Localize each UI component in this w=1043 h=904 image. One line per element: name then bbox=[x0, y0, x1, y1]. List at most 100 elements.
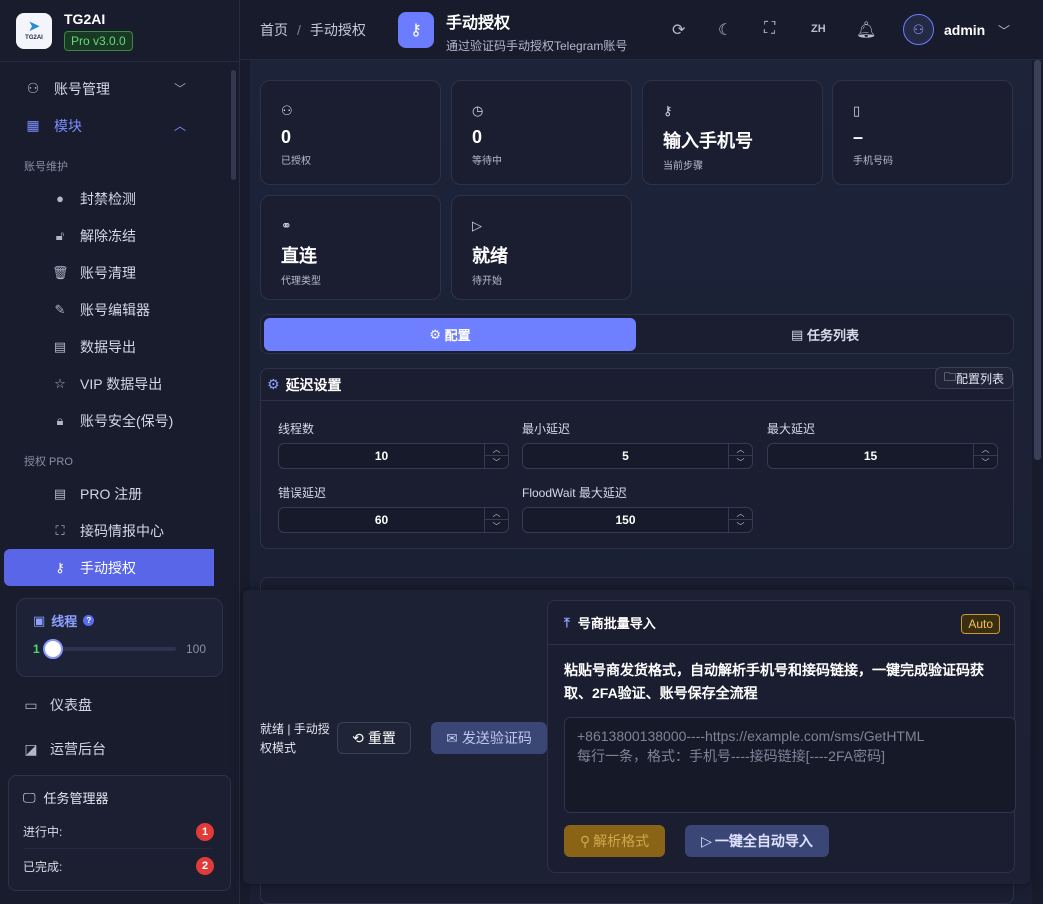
floodwait-input[interactable]: 150 ︿ ﹀ bbox=[522, 507, 753, 533]
sidebar-item-vip-export[interactable]: ☆ VIP 数据导出 bbox=[0, 365, 234, 402]
thread-slider[interactable] bbox=[42, 639, 176, 659]
thread-label: 线程 bbox=[51, 614, 78, 629]
search-icon: ⚲ bbox=[579, 832, 591, 849]
fullscreen-icon[interactable]: ⛶ bbox=[764, 20, 775, 38]
username[interactable]: admin bbox=[944, 22, 985, 38]
logo-text: TG2AI bbox=[25, 35, 43, 41]
document-icon: ▤ bbox=[53, 338, 67, 354]
sidebar-scrollbar[interactable] bbox=[231, 70, 236, 180]
max-delay-input[interactable]: 15 ︿ ﹀ bbox=[767, 443, 998, 469]
input-value[interactable]: 10 bbox=[279, 444, 484, 468]
decrement-button[interactable]: ﹀ bbox=[974, 456, 997, 468]
tab-tasks[interactable]: ▤ 任务列表 bbox=[639, 318, 1011, 351]
sidebar-item-cleanup[interactable]: 🗑︎ 账号清理 bbox=[0, 254, 234, 291]
link-icon: ⚭ bbox=[281, 218, 292, 233]
tab-label: 配置 bbox=[444, 328, 471, 343]
error-delay-input[interactable]: 60 ︿ ﹀ bbox=[278, 507, 509, 533]
brand: ➤ TG2AI TG2AI Pro v3.0.0 bbox=[0, 0, 239, 62]
refresh-icon[interactable]: ⟳ bbox=[672, 20, 685, 40]
stat-card-authorized: ⚇ 0 已授权 bbox=[260, 80, 441, 185]
play-icon: ▷ bbox=[701, 832, 712, 849]
sidebar-item-manual-auth[interactable]: ⚷ 手动授权 bbox=[4, 549, 214, 586]
slider-handle[interactable] bbox=[42, 639, 63, 659]
paper-plane-icon: ➤ bbox=[27, 18, 41, 35]
document-icon: ▤ bbox=[53, 485, 67, 501]
decrement-button[interactable]: ﹀ bbox=[485, 456, 508, 468]
status-text: 就绪 | 手动授权模式 bbox=[260, 722, 330, 755]
sidebar-item-unfreeze[interactable]: 🔓︎ 解除冻结 bbox=[0, 217, 234, 254]
play-icon: ▷ bbox=[472, 218, 482, 233]
import-description: 粘贴号商发货格式，自动解析手机号和接码链接，一键完成验证码获取、2FA验证、账号… bbox=[564, 662, 984, 701]
avatar[interactable]: ⚇ bbox=[903, 14, 934, 45]
sidebar-item-ban-check[interactable]: ● 封禁检测 bbox=[0, 180, 234, 217]
sidebar-item-label: 账号安全(保号) bbox=[80, 412, 174, 429]
input-value[interactable]: 60 bbox=[279, 508, 484, 532]
gear-icon: ⚙ bbox=[429, 326, 441, 342]
language-switch[interactable]: ZH bbox=[811, 23, 826, 35]
presentation-icon: ⛶ bbox=[55, 522, 65, 538]
button-label: 发送验证码 bbox=[461, 730, 532, 746]
increment-button[interactable]: ︿ bbox=[729, 508, 752, 520]
reset-button[interactable]: ⟲ 重置 bbox=[337, 722, 411, 754]
upload-icon: ⤒ bbox=[564, 614, 570, 630]
min-delay-input[interactable]: 5 ︿ ﹀ bbox=[522, 443, 753, 469]
stat-value: 0 bbox=[281, 127, 292, 147]
stat-card-proxy: ⚭ 直连 代理类型 bbox=[260, 195, 441, 300]
sidebar-item-sms-intel[interactable]: ⛶ 接码情报中心 bbox=[0, 512, 234, 549]
sidebar-item-export[interactable]: ▤ 数据导出 bbox=[0, 328, 234, 365]
breadcrumb-separator: / bbox=[297, 21, 301, 38]
button-label: 一键全自动导入 bbox=[714, 833, 813, 849]
increment-button[interactable]: ︿ bbox=[485, 444, 508, 456]
input-value[interactable]: 5 bbox=[523, 444, 728, 468]
input-value[interactable]: 15 bbox=[768, 444, 973, 468]
parse-format-button[interactable]: ⚲ 解析格式 bbox=[564, 825, 665, 857]
config-list-button[interactable]: 🗀︎ 配置列表 bbox=[934, 367, 1013, 389]
user-icon: ⚇ bbox=[26, 80, 40, 96]
refresh-icon: ⟲ bbox=[352, 729, 364, 746]
nav-ops[interactable]: ◪ 运营后台 bbox=[0, 729, 234, 769]
increment-button[interactable]: ︿ bbox=[729, 444, 752, 456]
send-code-button[interactable]: ✉ 发送验证码 bbox=[431, 722, 547, 754]
batch-import-panel: ⤒ 号商批量导入 Auto 粘贴号商发货格式，自动解析手机号和接码链接，一键完成… bbox=[547, 600, 1016, 873]
breadcrumb-home[interactable]: 首页 bbox=[260, 22, 288, 38]
tab-bar: ⚙ 配置 ▤ 任务列表 bbox=[260, 314, 1014, 354]
stat-label: 手机号码 bbox=[853, 156, 893, 167]
main-scrollbar[interactable] bbox=[1034, 60, 1041, 460]
phone-icon: ▯ bbox=[853, 103, 861, 118]
task-done-row: 已完成: 2 bbox=[23, 849, 214, 883]
tab-config[interactable]: ⚙ 配置 bbox=[264, 318, 636, 351]
chevron-down-icon[interactable]: ﹀ bbox=[998, 22, 1010, 39]
decrement-button[interactable]: ﹀ bbox=[729, 456, 752, 468]
bell-icon[interactable]: 🔔︎ bbox=[856, 20, 876, 40]
breadcrumb-current: 手动授权 bbox=[309, 21, 366, 38]
increment-button[interactable]: ︿ bbox=[974, 444, 997, 456]
sidebar-item-modules[interactable]: ▦ 模块 ︿ bbox=[0, 107, 234, 144]
sidebar-item-label: 解除冻结 bbox=[80, 227, 136, 244]
task-running-label: 进行中: bbox=[23, 825, 63, 839]
sidebar-item-pro-register[interactable]: ▤ PRO 注册 bbox=[0, 475, 234, 512]
placeholder-line: 每行一条，格式：手机号----接码链接[----2FA密码] bbox=[577, 748, 885, 764]
stat-value: – bbox=[853, 127, 864, 147]
auto-import-button[interactable]: ▷ 一键全自动导入 bbox=[685, 825, 829, 857]
increment-button[interactable]: ︿ bbox=[485, 508, 508, 520]
alert-icon: ● bbox=[56, 191, 64, 206]
input-value[interactable]: 150 bbox=[523, 508, 728, 532]
slider-max: 100 bbox=[185, 642, 206, 656]
app-logo[interactable]: ➤ TG2AI bbox=[16, 12, 52, 49]
threads-input[interactable]: 10 ︿ ﹀ bbox=[278, 443, 509, 469]
decrement-button[interactable]: ﹀ bbox=[729, 520, 752, 532]
sidebar-item-editor[interactable]: ✎ 账号编辑器 bbox=[0, 291, 234, 328]
moon-icon[interactable]: ☾ bbox=[718, 20, 732, 40]
sidebar-item-account-mgmt[interactable]: ⚇ 账号管理 ﹀ bbox=[0, 70, 234, 107]
sidebar: ➤ TG2AI TG2AI Pro v3.0.0 ⚇ 账号管理 ﹀ ▦ 模块 ︿… bbox=[0, 0, 240, 904]
chevron-down-icon: ﹀ bbox=[173, 82, 186, 96]
decrement-button[interactable]: ﹀ bbox=[485, 520, 508, 532]
sidebar-item-security[interactable]: 🔒︎ 账号安全(保号) bbox=[0, 402, 234, 439]
key-icon: ⚷ bbox=[663, 103, 673, 118]
sidebar-item-label: PRO 注册 bbox=[80, 485, 143, 502]
nav-dashboard[interactable]: ▭ 仪表盘 bbox=[0, 685, 234, 725]
brand-name: TG2AI bbox=[64, 10, 106, 27]
max-delay-label: 最大延迟 bbox=[767, 422, 816, 436]
help-icon[interactable]: ? bbox=[83, 615, 95, 626]
import-textarea[interactable]: +8613800138000----https://example.com/sm… bbox=[564, 717, 1016, 813]
